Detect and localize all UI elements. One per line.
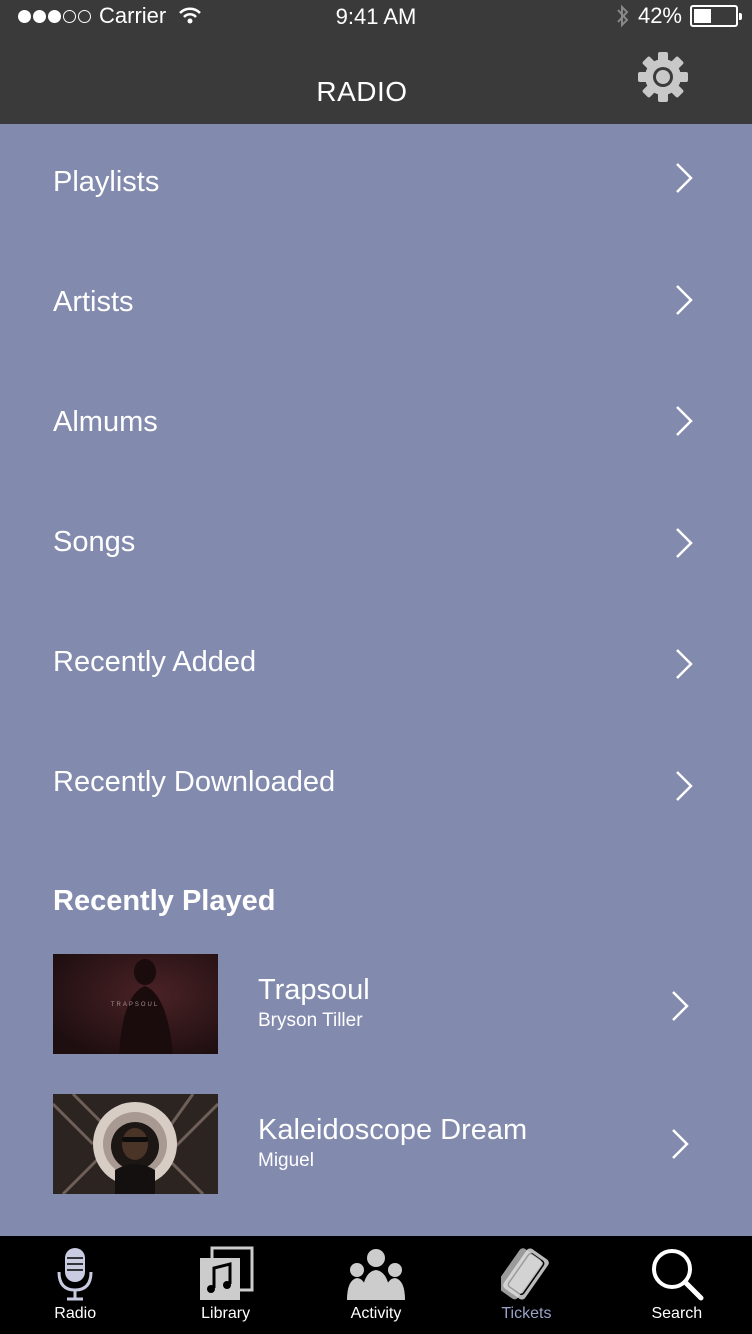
menu-item-label: Almums (53, 406, 158, 438)
menu-item-label: Playlists (53, 166, 160, 198)
tab-label: Library (201, 1305, 251, 1322)
chevron-right-icon (676, 163, 693, 193)
tickets-icon (501, 1248, 550, 1300)
tab-label: Activity (350, 1305, 402, 1322)
tab-library[interactable]: Library (150, 1236, 300, 1334)
menu-item-recently-added[interactable]: Recently Added (0, 604, 752, 724)
album-cover-trapsoul: TRAPSOUL (53, 954, 218, 1054)
chevron-right-icon (672, 991, 689, 1021)
chevron-right-icon (676, 649, 693, 679)
bluetooth-icon (617, 4, 629, 28)
track-title: Kaleidoscope Dream (258, 1114, 528, 1146)
nav-header: Carrier 9:41 AM 42% RADIO (0, 0, 752, 124)
tab-bar: Radio Library Activity Tickets Search (0, 1236, 752, 1334)
recently-played-heading: Recently Played (53, 885, 276, 917)
recently-played-item[interactable]: TRAPSOUL Trapsoul Bryson Tiller (0, 954, 752, 1056)
status-bar: Carrier 9:41 AM 42% (0, 0, 752, 34)
gear-icon[interactable] (636, 50, 690, 104)
menu-item-label: Artists (53, 286, 134, 318)
menu-item-artists[interactable]: Artists (0, 244, 752, 364)
menu-item-label: Songs (53, 526, 136, 558)
tab-search[interactable]: Search (602, 1236, 752, 1334)
battery-icon (690, 5, 742, 27)
tab-activity[interactable]: Activity (301, 1236, 451, 1334)
page-title: RADIO (316, 76, 408, 107)
track-artist: Miguel (258, 1150, 314, 1171)
chevron-right-icon (672, 1129, 689, 1159)
track-artist: Bryson Tiller (258, 1010, 363, 1031)
recently-played-item[interactable]: Kaleidoscope Dream Miguel (0, 1094, 752, 1196)
menu-item-playlists[interactable]: Playlists (0, 124, 752, 244)
tab-tickets[interactable]: Tickets (451, 1236, 601, 1334)
tab-radio[interactable]: Radio (0, 1236, 150, 1334)
tab-label: Tickets (501, 1305, 552, 1322)
menu-item-albums[interactable]: Almums (0, 364, 752, 484)
track-title: Trapsoul (258, 974, 370, 1006)
menu-item-songs[interactable]: Songs (0, 484, 752, 604)
chevron-right-icon (676, 528, 693, 558)
menu-item-label: Recently Downloaded (53, 766, 336, 798)
menu-item-recently-downloaded[interactable]: Recently Downloaded (0, 724, 752, 844)
tab-label: Search (651, 1305, 703, 1322)
cover-text: TRAPSOUL (111, 1002, 159, 1008)
search-icon (651, 1249, 704, 1301)
album-cover-kaleidoscope-dream (53, 1094, 218, 1194)
activity-icon (347, 1249, 406, 1300)
chevron-right-icon (676, 406, 693, 436)
chevron-right-icon (676, 285, 693, 315)
menu-item-label: Recently Added (53, 646, 257, 678)
microphone-icon (57, 1248, 93, 1301)
tab-label: Radio (54, 1305, 97, 1322)
battery-percent: 42% (637, 3, 682, 28)
library-icon (199, 1246, 254, 1300)
chevron-right-icon (676, 771, 693, 801)
